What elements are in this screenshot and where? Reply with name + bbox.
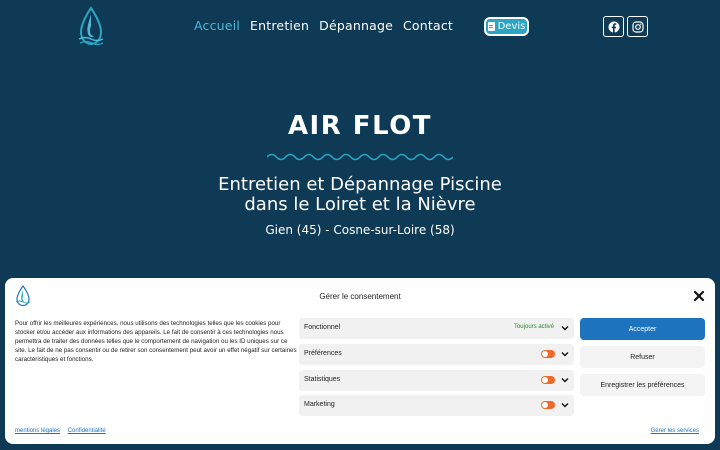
facebook-link[interactable] [603,16,624,37]
hero-subtitle: Entretien et Dépannage Piscine dans le L… [0,175,720,215]
wave-divider-icon [267,153,453,161]
category-label: Marketing [304,401,335,408]
nav-item-accueil[interactable]: Accueil [194,18,240,33]
category-status: Toujours activé [513,324,554,330]
site-header: Accueil Entretien Dépannage Contact Devi… [0,0,720,56]
devis-label: Devis [497,21,526,32]
water-drop-logo-icon[interactable] [76,6,106,48]
marketing-toggle[interactable] [541,401,555,409]
consent-description: Pour offrir les meilleures expériences, … [15,320,297,363]
hero-subtitle-line1: Entretien et Dépannage Piscine [218,174,502,195]
legal-links: mentions légales Confidentialité [15,428,112,434]
chevron-down-icon[interactable] [561,324,569,332]
category-label: Fonctionnel [304,324,341,331]
preferences-toggle[interactable] [541,350,555,358]
chevron-down-icon[interactable] [561,401,569,409]
accept-button[interactable]: Accepter [580,318,705,340]
manage-services-link[interactable]: Gérer les services [651,428,699,434]
hero-subtitle-line2: dans le Loiret et la Nièvre [244,194,476,215]
category-label: Statistiques [304,376,341,383]
instagram-link[interactable] [627,16,648,37]
nav-item-contact[interactable]: Contact [403,18,453,33]
refuse-button[interactable]: Refuser [580,346,705,368]
statistiques-toggle[interactable] [541,376,555,384]
nav-item-depannage[interactable]: Dépannage [319,18,393,33]
chevron-down-icon[interactable] [561,376,569,384]
close-icon[interactable] [693,290,705,302]
devis-button[interactable]: Devis [484,17,529,36]
privacy-link[interactable]: Confidentialité [68,428,106,434]
document-icon [487,22,495,31]
cookie-consent-modal: Gérer le consentement Pour offrir les me… [5,278,715,444]
hero-title: AIR FLOT [287,111,433,141]
save-preferences-button[interactable]: Enregistrer les préférences [580,374,705,396]
facebook-icon [608,21,619,32]
chevron-down-icon[interactable] [561,350,569,358]
category-preferences[interactable]: Préférences [299,344,574,365]
instagram-icon [631,20,644,33]
consent-title: Gérer le consentement [319,292,401,301]
hero-locations: Gien (45) - Cosne-sur-Loire (58) [265,223,455,237]
category-marketing[interactable]: Marketing [299,395,574,416]
category-label: Préférences [304,350,342,357]
category-fonctionnel[interactable]: Fonctionnel Toujours activé [299,318,574,339]
category-statistiques[interactable]: Statistiques [299,370,574,391]
nav-item-entretien[interactable]: Entretien [250,18,309,33]
main-nav: Accueil Entretien Dépannage Contact [194,18,453,33]
legal-notice-link[interactable]: mentions légales [15,428,60,434]
